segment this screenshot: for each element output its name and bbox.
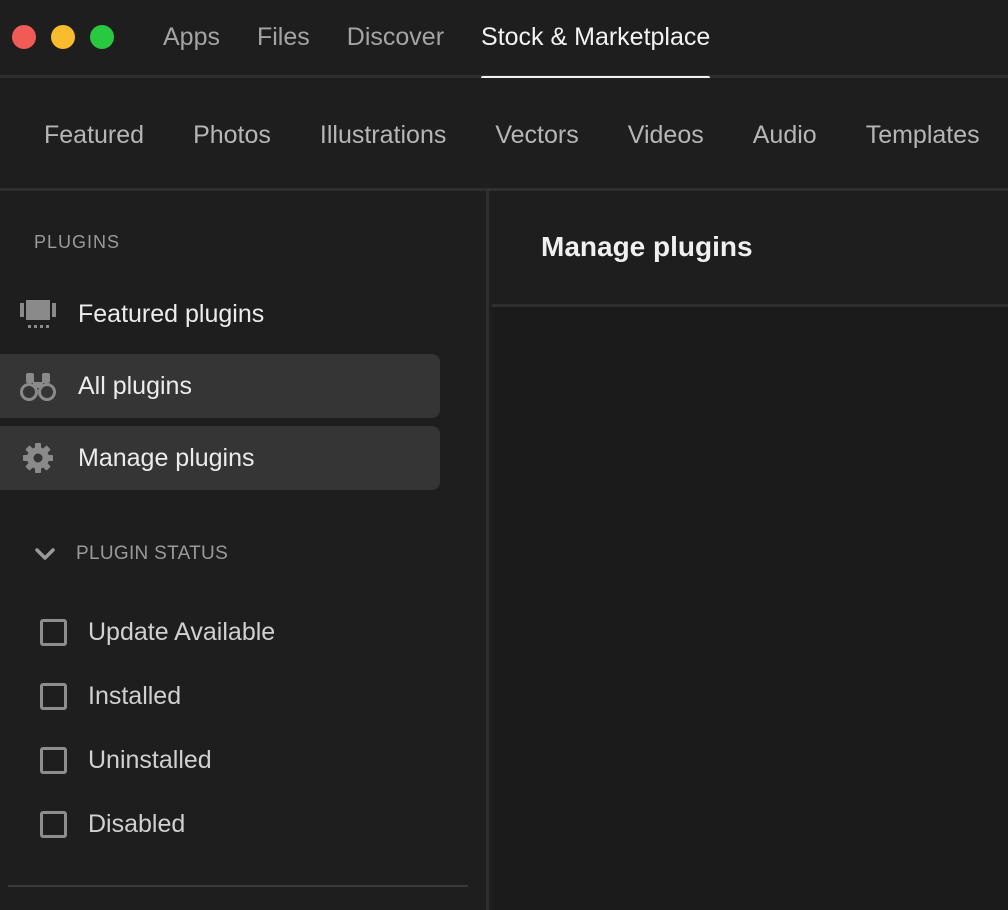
chevron-down-icon <box>35 548 55 560</box>
category-tabs: Featured Photos Illustrations Vectors Vi… <box>44 118 1008 152</box>
category-audio[interactable]: Audio <box>753 118 817 152</box>
sidebar-item-all-plugins[interactable]: All plugins <box>0 354 440 418</box>
checkbox[interactable] <box>40 747 67 774</box>
checkbox[interactable] <box>40 811 67 838</box>
category-templates[interactable]: Templates <box>866 118 980 152</box>
binoculars-icon <box>20 370 56 402</box>
minimize-window-button[interactable] <box>51 25 75 49</box>
checkbox-label: Installed <box>88 682 182 710</box>
sidebar-divider <box>8 885 468 887</box>
page-title: Manage plugins <box>541 231 753 262</box>
checkbox[interactable] <box>40 619 67 646</box>
filter-update-available[interactable]: Update Available <box>40 618 275 647</box>
filter-installed[interactable]: Installed <box>40 682 181 711</box>
checkbox-label: Disabled <box>88 810 186 838</box>
category-featured[interactable]: Featured <box>44 118 144 152</box>
plugin-status-toggle[interactable]: PLUGIN STATUS <box>34 543 228 565</box>
checkbox-label: Update Available <box>88 618 276 646</box>
sidebar-item-manage-plugins[interactable]: Manage plugins <box>0 426 440 490</box>
app-window: Apps Files Discover Stock & Marketplace … <box>0 0 1008 910</box>
tab-files[interactable]: Files <box>257 0 310 78</box>
maximize-window-button[interactable] <box>90 25 114 49</box>
category-illustrations[interactable]: Illustrations <box>320 118 446 152</box>
title-bar: Apps Files Discover Stock & Marketplace <box>0 0 1008 80</box>
sidebar-item-label: All plugins <box>78 371 192 400</box>
checkbox-label: Uninstalled <box>88 746 212 774</box>
category-bar: Featured Photos Illustrations Vectors Vi… <box>0 78 1008 191</box>
content-header: Manage plugins <box>492 191 1008 307</box>
tab-discover[interactable]: Discover <box>347 0 444 78</box>
close-window-button[interactable] <box>12 25 36 49</box>
gear-icon <box>20 442 56 474</box>
main-navigation: Apps Files Discover Stock & Marketplace <box>163 0 747 80</box>
category-videos[interactable]: Videos <box>628 118 704 152</box>
filter-disabled[interactable]: Disabled <box>40 810 185 839</box>
checkbox[interactable] <box>40 683 67 710</box>
category-photos[interactable]: Photos <box>193 118 271 152</box>
sidebar-item-label: Manage plugins <box>78 443 255 472</box>
tab-apps[interactable]: Apps <box>163 0 220 78</box>
featured-plugins-icon <box>20 298 56 330</box>
main-content: Manage plugins <box>492 191 1008 910</box>
category-vectors[interactable]: Vectors <box>495 118 578 152</box>
sidebar-item-featured-plugins[interactable]: Featured plugins <box>0 282 440 346</box>
section-heading-plugins: PLUGINS <box>34 232 121 252</box>
filter-uninstalled[interactable]: Uninstalled <box>40 746 212 775</box>
plugin-status-label: PLUGIN STATUS <box>76 543 229 564</box>
sidebar-item-label: Featured plugins <box>78 299 265 328</box>
tab-stock-marketplace[interactable]: Stock & Marketplace <box>481 0 711 80</box>
plugins-sidebar: PLUGINS Featured plugins All plugins Man… <box>0 191 489 910</box>
window-controls <box>12 25 114 49</box>
